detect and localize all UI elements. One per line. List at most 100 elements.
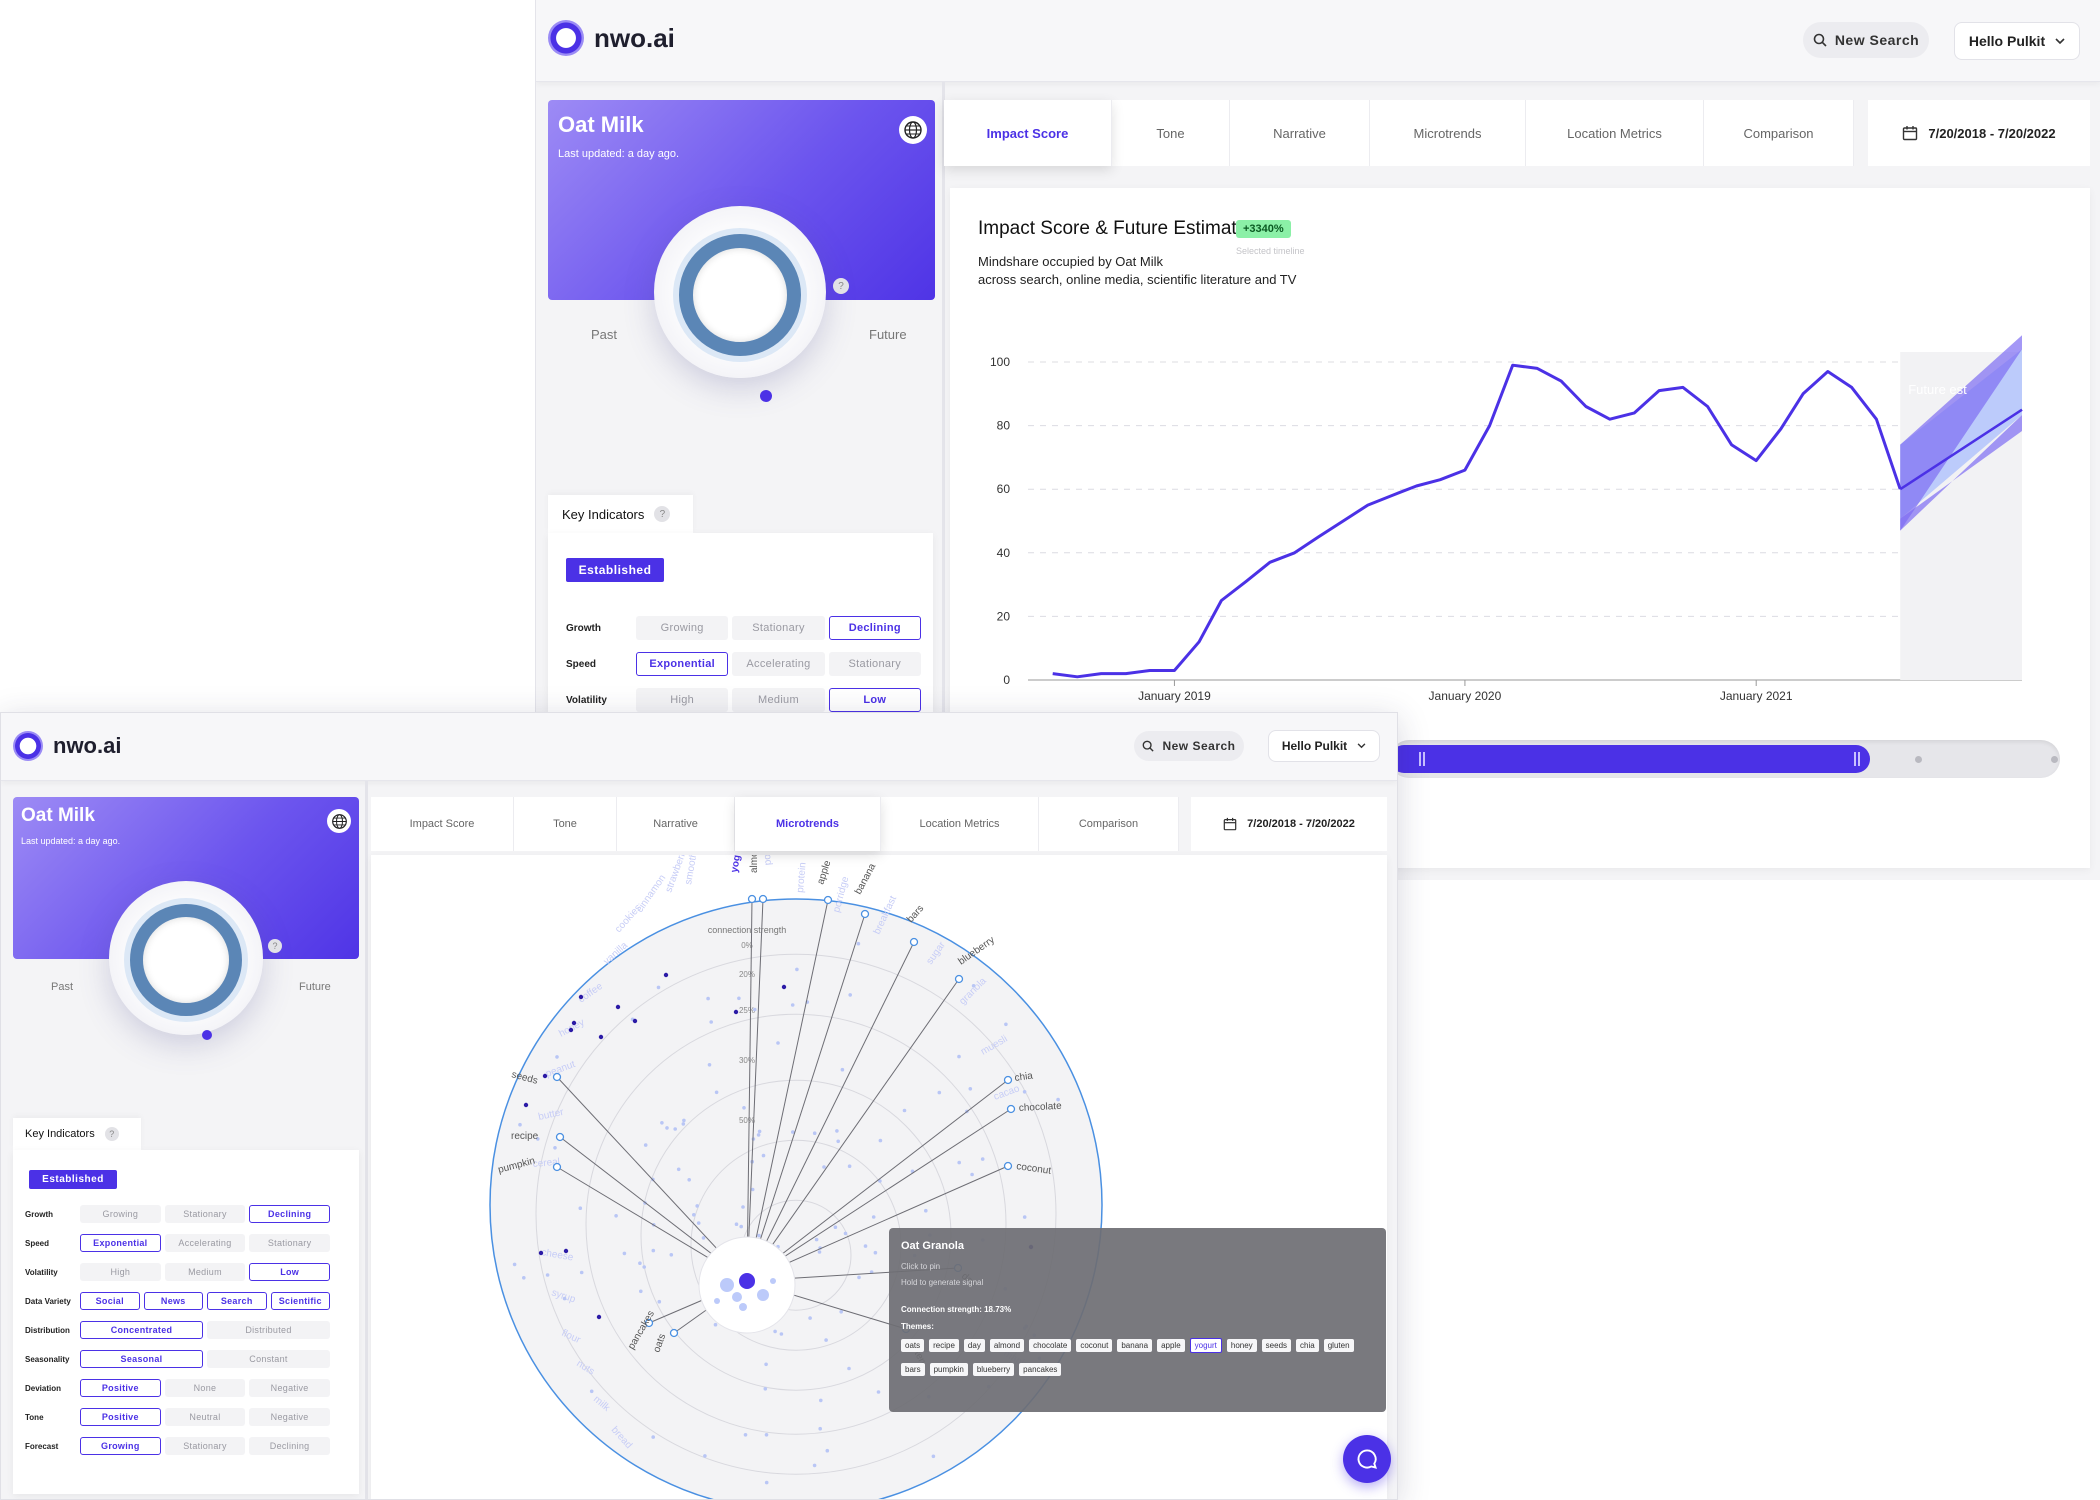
microtrend-point[interactable] — [669, 1253, 674, 1257]
tab-narrative[interactable]: Narrative — [617, 797, 735, 851]
microtrend-point[interactable] — [1004, 1022, 1008, 1027]
microtrend-point[interactable] — [790, 1003, 795, 1007]
microtrend-point[interactable] — [518, 1122, 522, 1127]
theme-chip-pancakes[interactable]: pancakes — [1019, 1363, 1062, 1376]
microtrend-point[interactable] — [651, 1248, 656, 1253]
theme-chip-chia[interactable]: chia — [1296, 1339, 1319, 1352]
indicator-option-growing[interactable]: Growing — [636, 616, 729, 640]
microtrend-point[interactable] — [843, 1231, 848, 1236]
microtrend-point[interactable] — [703, 1454, 707, 1458]
help-icon[interactable]: ? — [833, 278, 849, 294]
microtrend-point[interactable] — [822, 1165, 826, 1169]
microtrend-point[interactable] — [676, 1167, 681, 1172]
microtrend-point[interactable] — [808, 1316, 812, 1320]
microtrend-point[interactable] — [764, 1433, 769, 1437]
microtrend-point[interactable] — [639, 1289, 643, 1294]
spoke-node[interactable] — [823, 895, 833, 905]
indicator-option-low[interactable]: Low — [249, 1263, 330, 1281]
microtrend-point[interactable] — [970, 1172, 974, 1177]
microtrend-point[interactable] — [651, 1435, 655, 1439]
microtrend-point[interactable] — [924, 1208, 928, 1213]
microtrend-point[interactable] — [819, 1398, 823, 1403]
indicator-option-growing[interactable]: Growing — [80, 1205, 161, 1223]
indicator-option-negative[interactable]: Negative — [249, 1408, 330, 1426]
theme-chip-yogurt[interactable]: yogurt — [1189, 1338, 1222, 1353]
indicator-option-high[interactable]: High — [636, 688, 729, 712]
spoke-node[interactable] — [747, 894, 757, 904]
indicator-option-stationary[interactable]: Stationary — [164, 1437, 246, 1455]
microtrend-point[interactable] — [579, 1270, 584, 1275]
microtrend-point[interactable] — [741, 1205, 745, 1209]
new-search-button[interactable]: New Search — [1134, 731, 1244, 761]
theme-chip-pumpkin[interactable]: pumpkin — [929, 1363, 968, 1376]
tab-impact-score[interactable]: Impact Score — [371, 797, 514, 851]
theme-chip-almond[interactable]: almond — [989, 1339, 1025, 1352]
microtrend-point[interactable] — [876, 1390, 881, 1394]
spoke-node[interactable] — [909, 937, 919, 947]
microtrend-point-strong[interactable] — [615, 1004, 621, 1010]
microtrend-point[interactable] — [695, 1204, 699, 1208]
hub-bubble[interactable] — [770, 1278, 776, 1284]
spoke-node[interactable] — [555, 1132, 565, 1142]
microtrend-point[interactable] — [863, 1244, 868, 1248]
microtrend-point[interactable] — [682, 1118, 686, 1123]
microtrend-point[interactable] — [957, 1054, 961, 1059]
microtrend-point[interactable] — [739, 1224, 743, 1229]
app-logo[interactable]: nwo.ai — [548, 20, 675, 56]
faint-theme-label[interactable]: cookies — [613, 902, 644, 935]
new-search-button[interactable]: New Search — [1803, 22, 1929, 58]
spoke-node[interactable] — [669, 1328, 679, 1338]
microtrend-point[interactable] — [847, 1164, 852, 1168]
microtrend-point[interactable] — [763, 1387, 768, 1391]
microtrend-point[interactable] — [764, 1362, 768, 1367]
microtrend-point[interactable] — [578, 1206, 583, 1210]
theme-label-banana[interactable]: banana — [853, 861, 879, 896]
theme-chip-gluten[interactable]: gluten — [1323, 1339, 1354, 1352]
microtrend-point-strong[interactable] — [538, 1250, 544, 1256]
microtrend-point[interactable] — [713, 1322, 718, 1327]
tab-location-metrics[interactable]: Location Metrics — [1526, 100, 1704, 166]
key-indicators-tab[interactable]: Key Indicators ? — [13, 1118, 141, 1150]
theme-chip-blueberry[interactable]: blueberry — [972, 1363, 1015, 1376]
microtrend-point[interactable] — [902, 1108, 907, 1113]
microtrend-point[interactable] — [848, 993, 852, 997]
microtrend-point[interactable] — [764, 1480, 769, 1485]
indicator-option-concentrated[interactable]: Concentrated — [80, 1321, 203, 1339]
microtrend-point[interactable] — [622, 1251, 627, 1256]
microtrend-point[interactable] — [545, 1273, 550, 1277]
microtrend-point[interactable] — [753, 1007, 757, 1012]
microtrend-point[interactable] — [812, 1131, 817, 1135]
timeline-slider[interactable] — [1390, 740, 2060, 778]
theme-chip-chocolate[interactable]: chocolate — [1029, 1339, 1072, 1352]
microtrend-point[interactable] — [833, 1225, 838, 1229]
theme-chip-day[interactable]: day — [963, 1339, 985, 1352]
microtrend-point[interactable] — [812, 1463, 817, 1468]
app-logo[interactable]: nwo.ai — [13, 731, 121, 761]
microtrend-point[interactable] — [638, 1261, 642, 1265]
tab-comparison[interactable]: Comparison — [1039, 797, 1179, 851]
theme-chip-banana[interactable]: banana — [1117, 1339, 1153, 1352]
timeline-slider-range[interactable] — [1390, 745, 1870, 773]
microtrend-point[interactable] — [957, 1160, 961, 1165]
microtrend-point[interactable] — [968, 1087, 973, 1091]
indicator-option-scientific[interactable]: Scientific — [270, 1292, 330, 1310]
indicator-option-exponential[interactable]: Exponential — [636, 652, 729, 676]
hub-bubble[interactable] — [732, 1292, 742, 1302]
theme-label-apple[interactable]: apple — [815, 859, 833, 886]
microtrend-point[interactable] — [709, 1020, 713, 1024]
spoke-node[interactable] — [1003, 1161, 1013, 1171]
microtrend-point[interactable] — [824, 1338, 828, 1342]
globe-icon[interactable] — [899, 116, 927, 144]
tab-tone[interactable]: Tone — [514, 797, 617, 851]
theme-chip-apple[interactable]: apple — [1157, 1339, 1185, 1352]
microtrend-point-strong[interactable] — [781, 984, 787, 990]
indicator-option-positive[interactable]: Positive — [80, 1379, 161, 1397]
indicator-option-growing[interactable]: Growing — [80, 1437, 161, 1455]
faint-theme-label[interactable]: powder — [760, 855, 774, 866]
indicator-option-none[interactable]: None — [164, 1379, 246, 1397]
indicator-option-news[interactable]: News — [143, 1292, 203, 1310]
impact-series-line[interactable] — [1052, 363, 1902, 679]
microtrend-point-strong[interactable] — [663, 972, 669, 978]
user-menu[interactable]: Hello Pulkit — [1954, 22, 2080, 60]
microtrend-point-strong[interactable] — [578, 994, 584, 1000]
